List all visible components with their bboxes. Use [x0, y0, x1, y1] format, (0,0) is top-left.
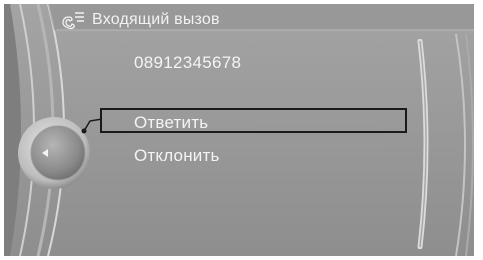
- header: Входящий вызов: [60, 8, 220, 32]
- controller-knob-icon[interactable]: [14, 113, 102, 201]
- menu-item-answer[interactable]: Ответить: [134, 113, 208, 133]
- incoming-call-icon: [62, 12, 84, 30]
- scrollbar[interactable]: [412, 39, 434, 249]
- display-screen: Входящий вызов 08912345678 Ответить Откл…: [4, 4, 474, 256]
- caller-number: 08912345678: [134, 53, 242, 72]
- header-title: Входящий вызов: [92, 11, 220, 28]
- menu-item-decline[interactable]: Отклонить: [134, 146, 220, 166]
